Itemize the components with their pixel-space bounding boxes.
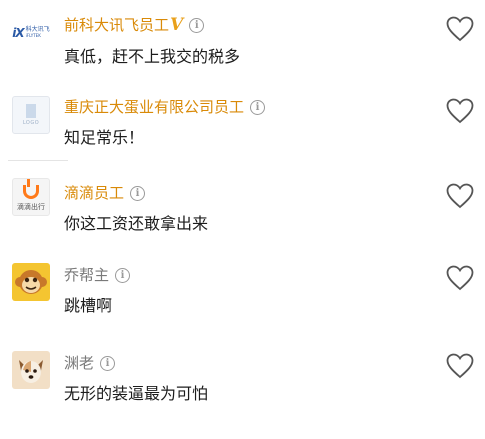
comment-text: 知足常乐！ [64, 128, 145, 147]
comment-text: 你这工资还敢拿出来 [64, 214, 209, 233]
comment-author-row: 乔帮主 i [64, 265, 131, 285]
like-button[interactable] [446, 16, 474, 42]
divider [8, 160, 68, 161]
dog-icon [19, 360, 43, 383]
comment-author-row: 渊老 i [64, 353, 116, 373]
avatar[interactable]: 滴滴出行 [12, 178, 50, 216]
heart-icon [446, 16, 474, 42]
avatar[interactable] [12, 351, 50, 389]
heart-icon [446, 353, 474, 379]
avatar[interactable]: LOGO [12, 96, 50, 134]
comment-text: 无形的装逼最为可怕 [64, 384, 209, 403]
comment-author[interactable]: 滴滴员工 [64, 183, 124, 203]
logo-placeholder-icon [26, 104, 36, 118]
heart-icon [446, 183, 474, 209]
iflytek-logo-icon: iX 科大讯飞 iFLYTEK [12, 26, 50, 40]
heart-icon [446, 265, 474, 291]
avatar[interactable] [12, 263, 50, 301]
like-button[interactable] [446, 183, 474, 209]
comment-text: 跳槽啊 [64, 296, 113, 315]
comment-author[interactable]: 重庆正大蛋业有限公司员工 [64, 97, 244, 117]
info-icon[interactable]: i [115, 267, 131, 283]
comment-author[interactable]: 前科大讯飞员工 [64, 15, 169, 35]
like-button[interactable] [446, 353, 474, 379]
didi-logo-icon [23, 179, 39, 199]
avatar[interactable]: iX 科大讯飞 iFLYTEK [12, 14, 50, 52]
info-icon[interactable]: i [189, 17, 205, 33]
heart-icon [446, 98, 474, 124]
comment-text: 真低，赶不上我交的税多 [64, 47, 241, 66]
comment-author[interactable]: 渊老 [64, 353, 94, 373]
comment-author-row: 滴滴员工 i [64, 183, 146, 203]
comment-author-row: 前科大讯飞员工 V i [64, 15, 205, 35]
like-button[interactable] [446, 265, 474, 291]
info-icon[interactable]: i [100, 355, 116, 371]
monkey-icon [15, 270, 47, 294]
info-icon[interactable]: i [130, 185, 146, 201]
comment-author[interactable]: 乔帮主 [64, 265, 109, 285]
like-button[interactable] [446, 98, 474, 124]
info-icon[interactable]: i [250, 99, 266, 115]
verified-badge: V [170, 15, 184, 35]
comment-author-row: 重庆正大蛋业有限公司员工 i [64, 97, 266, 117]
